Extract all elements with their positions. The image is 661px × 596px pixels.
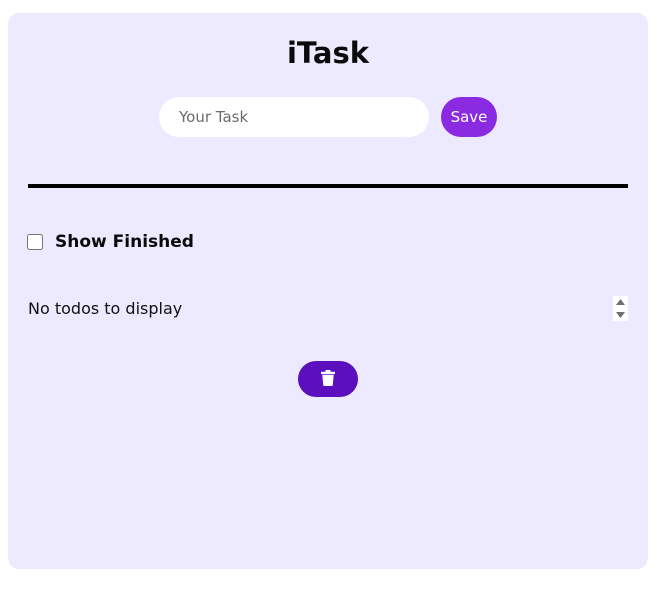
show-finished-label: Show Finished xyxy=(55,232,194,252)
chevron-down-icon[interactable] xyxy=(613,309,628,321)
trash-icon xyxy=(321,369,335,389)
show-finished-checkbox[interactable] xyxy=(27,234,43,250)
divider xyxy=(28,184,628,188)
show-finished-row: Show Finished xyxy=(27,232,194,252)
app-title: iTask xyxy=(286,36,370,70)
todo-card: iTask Save Show Finished No todos to dis… xyxy=(8,13,648,569)
empty-todos-message: No todos to display xyxy=(28,299,183,318)
task-input[interactable] xyxy=(159,97,429,137)
todo-list-scrollbar[interactable] xyxy=(613,296,628,321)
add-task-row: Save xyxy=(159,97,497,137)
chevron-up-icon[interactable] xyxy=(613,296,628,308)
save-button[interactable]: Save xyxy=(441,97,497,137)
delete-button[interactable] xyxy=(298,361,358,397)
